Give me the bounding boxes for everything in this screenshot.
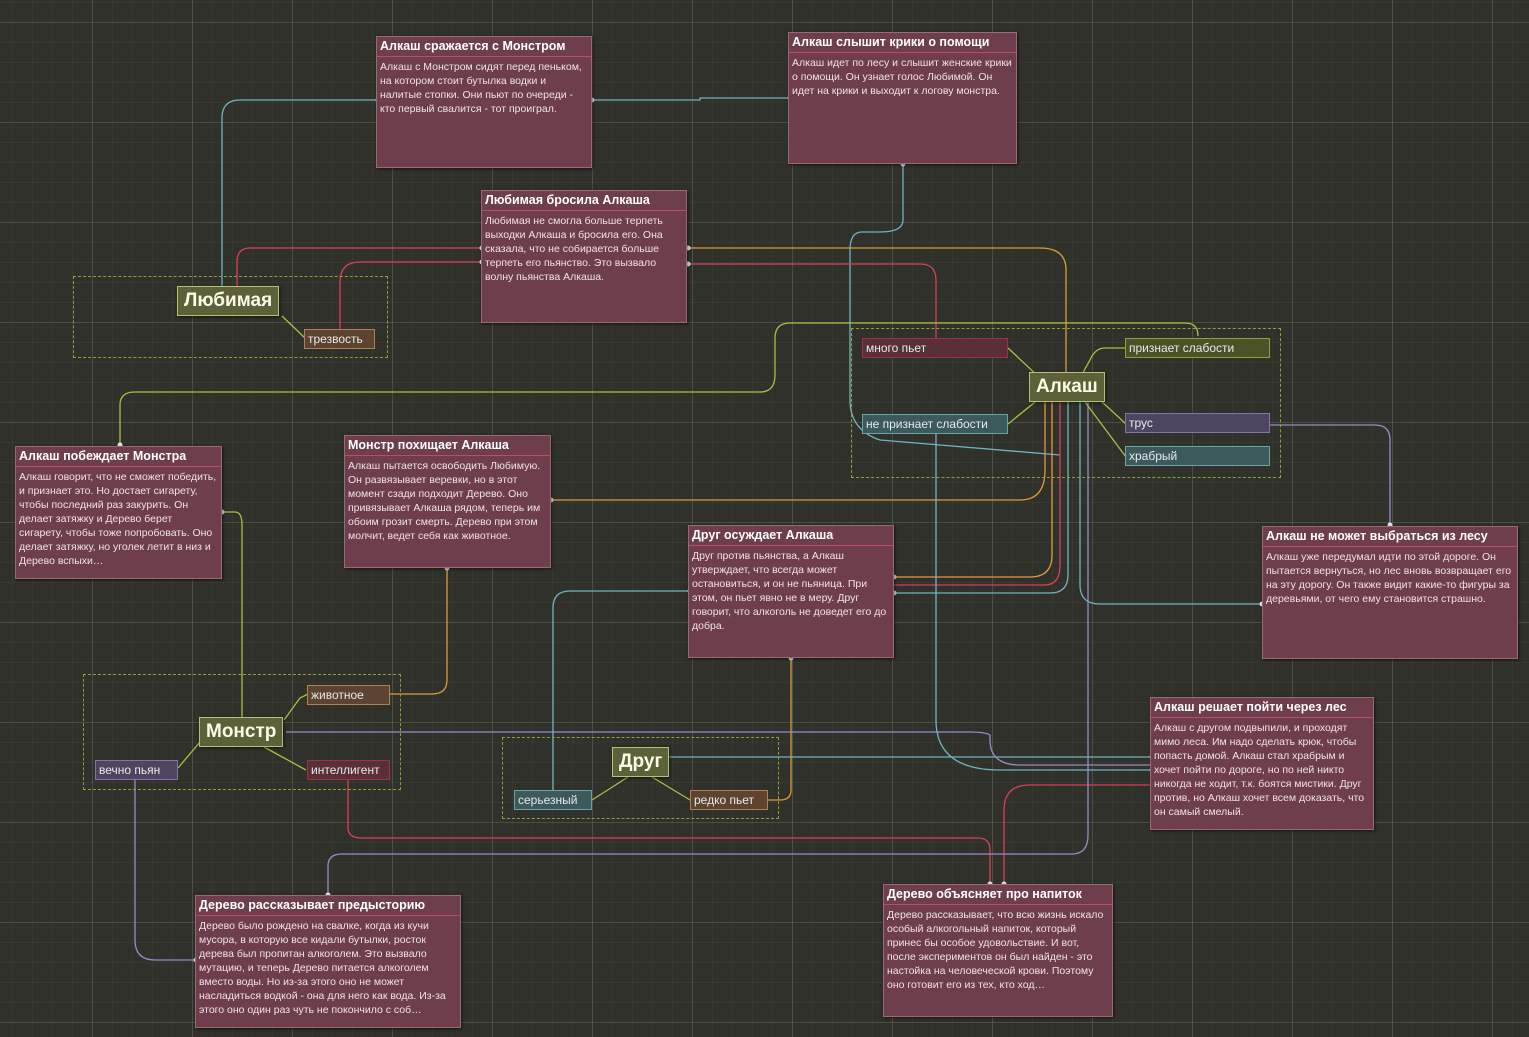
node-text: Дерево рассказывает, что всю жизнь искал… — [887, 909, 1104, 991]
wire-vechno-backstory — [134, 780, 196, 961]
node-text: Дерево было рождено на свалке, когда из … — [199, 920, 446, 1016]
attribute-priznaet-slabosti[interactable]: признает слабости — [1125, 338, 1270, 358]
node-title: Дерево рассказывает предысторию — [196, 896, 460, 916]
node-fight[interactable]: Алкаш сражается с Монстром Алкаш с Монст… — [376, 36, 592, 168]
node-title: Друг осуждает Алкаша — [689, 526, 893, 546]
node-text: Алкаш говорит, что не сможет победить, и… — [19, 471, 217, 567]
node-title: Дерево объясняет про напиток — [884, 885, 1112, 905]
node-lost[interactable]: Алкаш не может выбраться из лесу Алкаш у… — [1262, 526, 1518, 659]
node-wins[interactable]: Алкаш побеждает Монстра Алкаш говорит, ч… — [15, 446, 222, 579]
wire-fight-hears — [592, 97, 790, 101]
node-title: Алкаш слышит крики о помощи — [789, 33, 1016, 53]
node-backstory[interactable]: Дерево рассказывает предысторию Дерево б… — [195, 895, 461, 1028]
node-text: Алкаш с другом подвыпили, и проходят мим… — [1154, 722, 1365, 818]
character-alkash[interactable]: Алкаш — [1029, 372, 1105, 402]
attribute-zhivotnoe[interactable]: животное — [307, 685, 390, 705]
character-lyubimaya[interactable]: Любимая — [177, 286, 280, 316]
node-text: Алкаш с Монстром сидят перед пеньком, на… — [380, 61, 582, 115]
node-title: Алкаш сражается с Монстром — [377, 37, 591, 57]
attribute-trus[interactable]: трус — [1125, 413, 1270, 433]
attribute-vechno-pyan[interactable]: вечно пьян — [95, 760, 178, 780]
node-friend-condemns[interactable]: Друг осуждает Алкаша Друг против пьянств… — [688, 525, 894, 658]
wire-fight-lyubimaya — [221, 99, 378, 290]
node-title: Алкаш побеждает Монстра — [16, 447, 221, 467]
node-title: Монстр похищает Алкаша — [345, 436, 550, 456]
node-title: Алкаш не может выбраться из лесу — [1263, 527, 1517, 547]
node-left[interactable]: Любимая бросила Алкаша Любимая не смогла… — [481, 190, 687, 323]
character-monstr[interactable]: Монстр — [199, 717, 284, 747]
node-text: Друг против пьянства, а Алкаш утверждает… — [692, 550, 887, 632]
node-text: Алкаш идет по лесу и слышит женские крик… — [792, 57, 1012, 97]
attribute-redko-pet[interactable]: редко пьет — [690, 790, 768, 810]
attribute-intelligent[interactable]: интеллигент — [307, 760, 390, 780]
node-drink[interactable]: Дерево объясняет про напиток Дерево расс… — [883, 884, 1113, 1017]
node-hears[interactable]: Алкаш слышит крики о помощи Алкаш идет п… — [788, 32, 1017, 164]
node-title: Любимая бросила Алкаша — [482, 191, 686, 211]
connection-wires — [117, 95, 1393, 963]
wire-decides-drink — [1003, 784, 1152, 884]
attribute-hrabryi[interactable]: храбрый — [1125, 446, 1270, 466]
node-text: Любимая не смогла больше терпеть выходки… — [485, 215, 663, 283]
character-drug[interactable]: Друг — [612, 747, 670, 777]
wire-lost-trus — [1270, 424, 1391, 525]
attribute-ne-priznaet-slabosti[interactable]: не признает слабости — [862, 414, 1008, 434]
node-title: Алкаш решает пойти через лес — [1151, 698, 1373, 718]
node-decides[interactable]: Алкаш решает пойти через лес Алкаш с дру… — [1150, 697, 1374, 830]
node-text: Алкаш уже передумал идти по этой дороге.… — [1266, 551, 1512, 605]
attribute-mnogo-pet[interactable]: много пьет — [862, 338, 1008, 358]
node-kidnap[interactable]: Монстр похищает Алкаша Алкаш пытается ос… — [344, 435, 551, 568]
attribute-trezvost[interactable]: трезвость — [304, 329, 375, 349]
node-text: Алкаш пытается освободить Любимую. Он ра… — [348, 460, 541, 542]
attribute-serieznyi[interactable]: серьезный — [514, 790, 592, 810]
